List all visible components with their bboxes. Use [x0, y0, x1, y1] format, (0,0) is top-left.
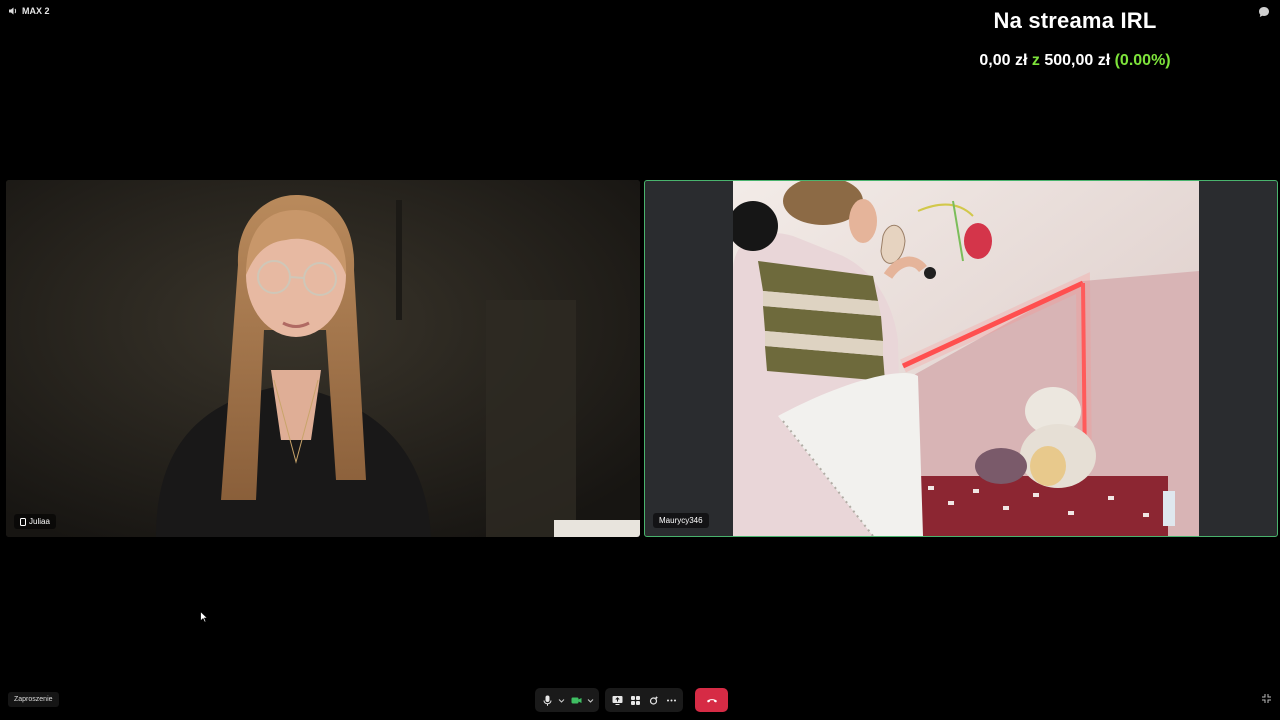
- participant-name: Maurycy346: [659, 516, 703, 525]
- goal-target: 500,00 zł: [1044, 52, 1111, 69]
- camera-feed: [723, 181, 1199, 536]
- channel-label: MAX 2: [8, 6, 50, 16]
- invite-label: Zaproszenie: [14, 696, 53, 703]
- goal-separator: z: [1031, 52, 1040, 69]
- action-controls: [605, 688, 683, 712]
- hang-up-button[interactable]: [695, 688, 728, 712]
- camera-options-button[interactable]: [586, 690, 595, 710]
- effects-icon: [649, 695, 658, 705]
- goal-current: 0,00 zł: [979, 52, 1028, 69]
- goal-title: Na streama IRL: [993, 8, 1157, 33]
- chat-icon[interactable]: [1258, 6, 1270, 18]
- chevron-down-icon: [558, 698, 565, 703]
- participant-name-tag: Juliaa: [14, 514, 56, 529]
- phone-icon: [20, 517, 26, 526]
- channel-name: MAX 2: [22, 6, 50, 16]
- goal-progress: 0,00 zł z 500,00 zł (0.00%): [940, 51, 1210, 71]
- microphone-icon: [543, 695, 551, 706]
- goal-percent: (0.00%): [1114, 52, 1171, 69]
- invite-button[interactable]: Zaproszenie: [8, 692, 59, 707]
- apps-button[interactable]: [627, 690, 643, 710]
- microphone-button[interactable]: [539, 690, 555, 710]
- video-tile-juliaa[interactable]: Juliaa: [6, 180, 640, 537]
- camera-button[interactable]: [568, 690, 584, 710]
- donation-goal: Na streama IRL 0,00 zł z 500,00 zł (0.00…: [940, 6, 1210, 71]
- speaker-icon: [9, 7, 17, 15]
- media-controls: [535, 688, 599, 712]
- microphone-options-button[interactable]: [557, 690, 566, 710]
- exit-fullscreen-icon[interactable]: [1261, 693, 1272, 704]
- camera-icon: [571, 697, 581, 703]
- camera-feed: [6, 180, 640, 537]
- chevron-down-icon: [587, 698, 594, 703]
- screen-share-button[interactable]: [609, 690, 625, 710]
- hang-up-icon: [706, 699, 717, 703]
- participant-name: Juliaa: [29, 517, 50, 526]
- grid-icon: [630, 695, 640, 705]
- screen-share-icon: [612, 695, 622, 705]
- participant-name-tag: Maurycy346: [653, 513, 709, 528]
- video-tile-maurycy346[interactable]: Maurycy346: [644, 180, 1278, 537]
- call-controls: [535, 688, 728, 712]
- effects-button[interactable]: [645, 690, 661, 710]
- mouse-cursor-icon: [200, 611, 208, 623]
- more-options-button[interactable]: [663, 690, 679, 710]
- more-icon: [666, 699, 676, 701]
